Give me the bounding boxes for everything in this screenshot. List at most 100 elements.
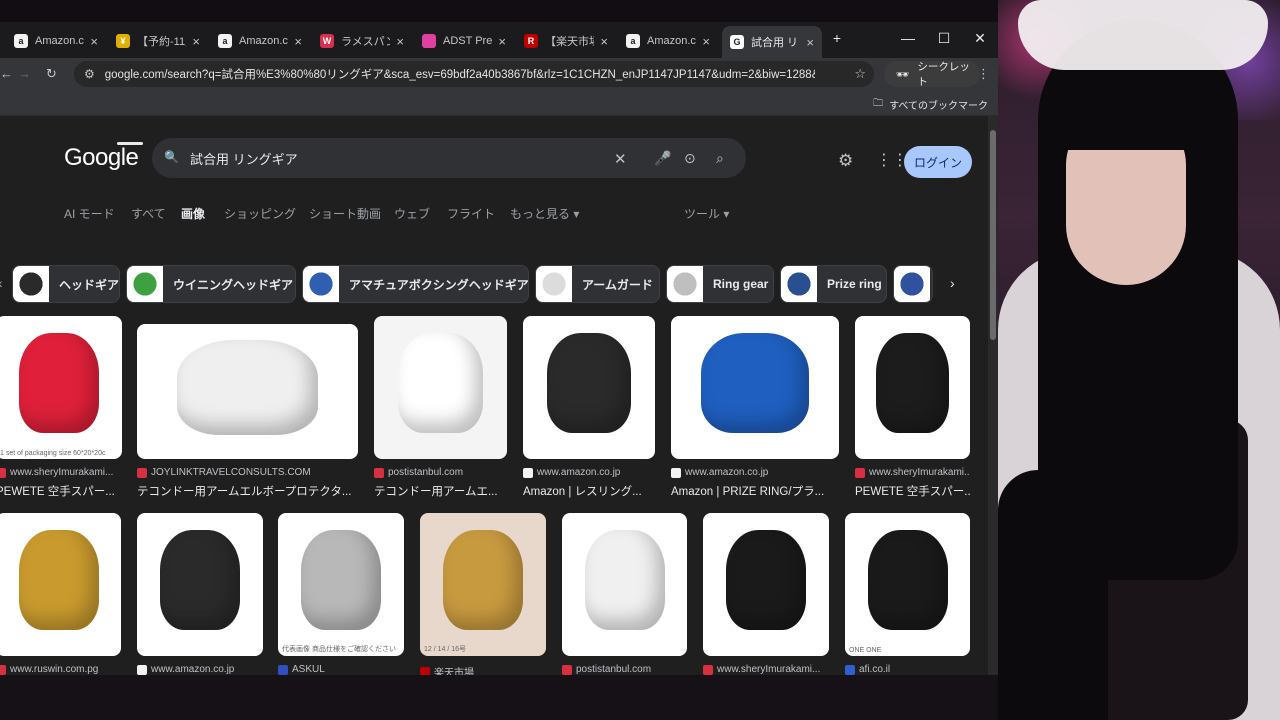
result-thumbnail[interactable]	[374, 316, 507, 459]
image-result-card[interactable]: postistanbul.com テコンドー用アームエ...	[374, 316, 507, 503]
browser-tab[interactable]: a Amazon.co ×	[618, 26, 718, 56]
search-submit-icon[interactable]: ⌕	[716, 150, 724, 167]
chevron-right-icon[interactable]: ›	[950, 275, 955, 291]
mic-icon[interactable]: 🎤	[654, 150, 671, 167]
search-nav-tab[interactable]: フライト	[447, 205, 495, 222]
search-query[interactable]: 試合用 リングギア	[190, 149, 298, 168]
search-nav-tab[interactable]: ウェブ	[394, 205, 430, 222]
result-thumbnail[interactable]	[0, 513, 121, 656]
browser-tab[interactable]: ¥ 【予約-11月 ×	[108, 26, 208, 56]
browser-tab[interactable]: ADST Pren ×	[414, 26, 514, 56]
login-button[interactable]: ログイン	[904, 146, 972, 178]
related-search-chip[interactable]: ウイニングヘッドギア	[126, 265, 296, 303]
result-source[interactable]: 楽天市場	[420, 664, 546, 675]
search-nav-tab[interactable]: すべて	[131, 205, 166, 222]
result-source[interactable]: www.sheryImurakami...	[703, 664, 829, 675]
result-source[interactable]: www.ruswin.com.pg	[0, 664, 121, 675]
image-result-card[interactable]: 1 set of packaging size 60*20*20c www.she…	[0, 316, 122, 503]
tab-close-icon[interactable]: ×	[806, 35, 814, 50]
incognito-indicator[interactable]: 🕶 シークレット	[884, 61, 980, 88]
result-thumbnail[interactable]	[137, 513, 263, 656]
result-thumbnail[interactable]	[562, 513, 687, 656]
site-info-icon[interactable]: ⚙	[84, 67, 95, 81]
all-bookmarks-button[interactable]: 🗀 すべてのブックマーク	[873, 96, 988, 113]
tab-close-icon[interactable]: ×	[396, 34, 404, 49]
related-search-chip[interactable]: ヘッドギア	[12, 265, 120, 303]
new-tab-button[interactable]: +	[827, 30, 847, 46]
settings-icon[interactable]: ⚙	[838, 151, 853, 171]
browser-tab[interactable]: G 試合用 リ ×	[722, 26, 822, 58]
search-nav-tab[interactable]: もっと見る ▾	[510, 205, 579, 222]
related-search-chip[interactable]	[893, 265, 933, 303]
tab-close-icon[interactable]: ×	[702, 34, 710, 49]
page-scrollbar[interactable]	[988, 116, 998, 675]
image-result-card[interactable]: www.ruswin.com.pgTachiuwa ボクシング...	[0, 513, 121, 675]
result-source[interactable]: www.amazon.co.jp	[137, 664, 263, 675]
result-source[interactable]: www.amazon.co.jp	[671, 467, 839, 478]
result-thumbnail[interactable]	[523, 316, 655, 459]
result-title[interactable]: Amazon | レスリング...	[523, 483, 655, 499]
related-search-chip[interactable]: Prize ring	[780, 265, 887, 303]
image-result-card[interactable]: www.amazon.co.jp Amazon | PRIZE RING/プラ..…	[671, 316, 839, 503]
browser-tab[interactable]: a Amazon.co ×	[210, 26, 310, 56]
search-nav-tab[interactable]: AI モード	[64, 205, 115, 222]
result-title[interactable]: PEWETE 空手スパー...	[0, 483, 122, 499]
clear-icon[interactable]: ✕	[614, 150, 627, 168]
result-source[interactable]: www.sheryImurakami...	[855, 467, 970, 478]
result-thumbnail[interactable]	[703, 513, 829, 656]
image-result-card[interactable]: ONE ONEafi.co.ilフェアテックス Fairt...	[845, 513, 970, 675]
result-source[interactable]: postistanbul.com	[562, 664, 687, 675]
search-nav-tab[interactable]: ショート動画	[309, 205, 381, 222]
result-thumbnail[interactable]: 代表画像 商品仕様をご確認ください	[278, 513, 404, 656]
tab-close-icon[interactable]: ×	[498, 34, 506, 49]
browser-tab[interactable]: a Amazon.co ×	[6, 26, 106, 56]
image-result-card[interactable]: www.sheryImurakami... PEWETE 空手スパー...	[855, 316, 970, 503]
close-window-button[interactable]: ✕	[970, 30, 990, 47]
tools-button[interactable]: ツール ▾	[684, 205, 729, 222]
result-thumbnail[interactable]: 1 set of packaging size 60*20*20c	[0, 316, 122, 459]
image-result-card[interactable]: 代表画像 商品仕様をご確認くださいASKUL住友重機械ギヤボッ...	[278, 513, 404, 675]
result-source[interactable]: www.amazon.co.jp	[523, 467, 655, 478]
search-box[interactable]: 🔍 試合用 リングギア ✕ 🎤 ⊙ ⌕	[152, 138, 746, 178]
image-result-card[interactable]: www.amazon.co.jpAmazon | レスリング...	[137, 513, 263, 675]
result-thumbnail[interactable]	[855, 316, 970, 459]
lens-icon[interactable]: ⊙	[684, 150, 696, 167]
image-result-card[interactable]: www.amazon.co.jp Amazon | レスリング...	[523, 316, 655, 503]
related-search-chip[interactable]: アマチュアボクシングヘッドギア	[302, 265, 529, 303]
search-nav-tab[interactable]: 画像	[181, 205, 205, 222]
chevron-left-icon[interactable]: ‹	[0, 275, 3, 291]
result-thumbnail[interactable]	[671, 316, 839, 459]
forward-icon[interactable]: →	[18, 66, 31, 81]
minimize-button[interactable]: —	[898, 30, 918, 46]
image-result-card[interactable]: 12 / 14 / 16号楽天市場楽天市場】金属アレ...	[420, 513, 546, 675]
image-result-card[interactable]: JOYLINKTRAVELCONSULTS.COM テコンドー用アームエルボープロ…	[137, 316, 358, 503]
tab-close-icon[interactable]: ×	[192, 34, 200, 49]
result-title[interactable]: PEWETE 空手スパー...	[855, 483, 970, 499]
tab-close-icon[interactable]: ×	[90, 34, 98, 49]
image-result-card[interactable]: www.sheryImurakami...PEWETE 空手スパー...	[703, 513, 829, 675]
reload-icon[interactable]: ↻	[46, 66, 57, 82]
address-bar[interactable]: ⚙ google.com/search?q=試合用%E3%80%80リングギア&…	[74, 61, 874, 87]
result-thumbnail[interactable]	[137, 324, 358, 459]
scrollbar-thumb[interactable]	[990, 130, 996, 340]
search-nav-tab[interactable]: ショッピング	[224, 205, 296, 222]
browser-tab[interactable]: W ラメスパンツ ×	[312, 26, 412, 56]
maximize-button[interactable]: ☐	[934, 30, 954, 47]
result-thumbnail[interactable]: ONE ONE	[845, 513, 970, 656]
tab-close-icon[interactable]: ×	[294, 34, 302, 49]
result-source[interactable]: JOYLINKTRAVELCONSULTS.COM	[137, 467, 358, 478]
tab-close-icon[interactable]: ×	[600, 34, 608, 49]
result-title[interactable]: テコンドー用アームエ...	[374, 483, 507, 499]
url-text[interactable]: google.com/search?q=試合用%E3%80%80リングギア&sc…	[105, 66, 815, 82]
related-search-chip[interactable]: Ring gear	[666, 265, 774, 303]
result-source[interactable]: ASKUL	[278, 664, 404, 675]
browser-tab[interactable]: R 【楽天市場 ×	[516, 26, 616, 56]
result-thumbnail[interactable]: 12 / 14 / 16号	[420, 513, 546, 656]
result-title[interactable]: Amazon | PRIZE RING/プラ...	[671, 483, 839, 499]
image-result-card[interactable]: postistanbul.comテコンドー用アーム...	[562, 513, 687, 675]
google-logo[interactable]: Google	[64, 144, 139, 172]
menu-icon[interactable]: ⋮	[977, 66, 990, 82]
result-source[interactable]: www.sheryImurakami...	[0, 467, 122, 478]
result-title[interactable]: テコンドー用アームエルボープロテクタ...	[137, 483, 358, 499]
result-source[interactable]: postistanbul.com	[374, 467, 507, 478]
